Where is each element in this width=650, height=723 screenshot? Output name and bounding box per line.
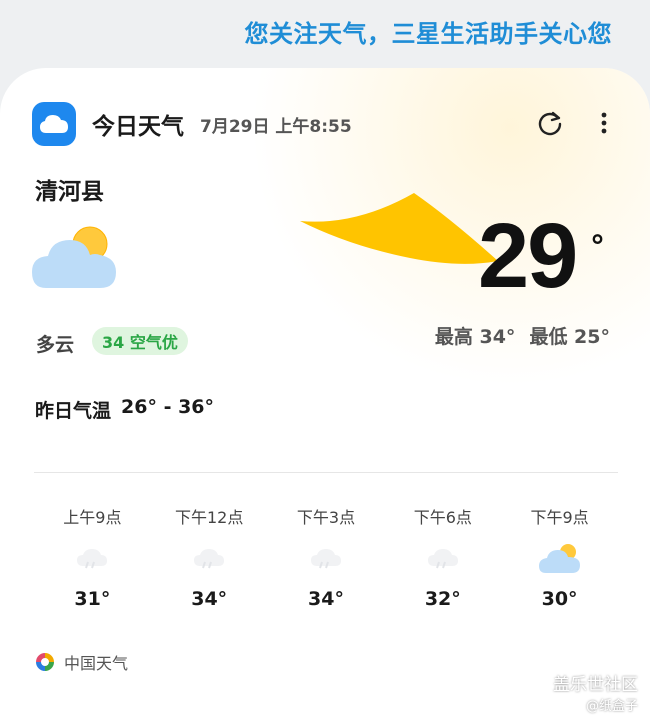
card-title: 今日天气 [92,114,184,140]
hourly-item: 下午9点 30° [501,504,618,610]
hourly-item: 上午9点 31° [34,504,151,610]
refresh-icon [538,111,562,136]
hour-temperature: 34° [308,588,344,610]
source-label: 中国天气 [64,654,129,673]
weather-condition: 多云 [36,334,75,356]
more-options-button[interactable] [586,105,622,141]
promo-banner-text: 您关注天气，三星生活助手关心您 [244,20,612,48]
more-vertical-icon [601,112,607,134]
update-time: 7月29日 上午8:55 [200,116,352,137]
cloud-icon [32,102,76,146]
hour-time: 上午9点 [63,508,122,527]
yesterday-range: 26° - 36° [121,396,215,418]
yesterday-temps: 昨日气温 26° - 36° [35,396,214,423]
weather-card[interactable]: 今日天气 7月29日 上午8:55 清河县 29 ° 多云 34 空气优 最高 … [0,68,650,723]
air-quality-badge[interactable]: 34 空气优 [92,327,188,355]
partly-cloudy-icon [535,538,585,578]
degree-symbol: ° [590,230,605,265]
yesterday-label: 昨日气温 [35,400,112,422]
faint-rain-icon [301,538,351,578]
high-low-temps: 最高 34° 最低 25° [435,322,610,349]
faint-rain-icon [418,538,468,578]
divider [34,472,618,473]
hour-time: 下午9点 [530,508,589,527]
hourly-forecast[interactable]: 上午9点 31° 下午12点 34° 下午3点 34° 下午6点 32° 下午9… [34,504,618,610]
china-weather-logo-icon [36,653,54,671]
hourly-item: 下午12点 34° [151,504,268,610]
hourly-item: 下午6点 32° [384,504,501,610]
faint-rain-icon [67,538,117,578]
city-name[interactable]: 清河县 [35,172,104,206]
low-temp: 最低 25° [529,326,610,348]
hour-temperature: 34° [191,588,228,610]
hour-time: 下午3点 [296,508,356,527]
watermark-author: @纸盒子 [585,699,638,714]
partly-cloudy-icon [32,226,116,288]
weather-source[interactable]: 中国天气 [34,650,128,674]
faint-rain-icon [184,538,234,578]
hour-time: 下午6点 [413,508,472,527]
hour-temperature: 31° [74,588,111,610]
hour-temperature: 30° [541,588,578,610]
high-temp: 最高 34° [434,326,516,348]
current-temperature: 29 [478,205,578,307]
refresh-button[interactable] [532,105,568,141]
hourly-item: 下午3点 34° [268,504,385,610]
watermark-site: 盖乐世社区 [553,675,638,695]
hour-temperature: 32° [424,588,461,610]
hour-time: 下午12点 [175,508,244,527]
